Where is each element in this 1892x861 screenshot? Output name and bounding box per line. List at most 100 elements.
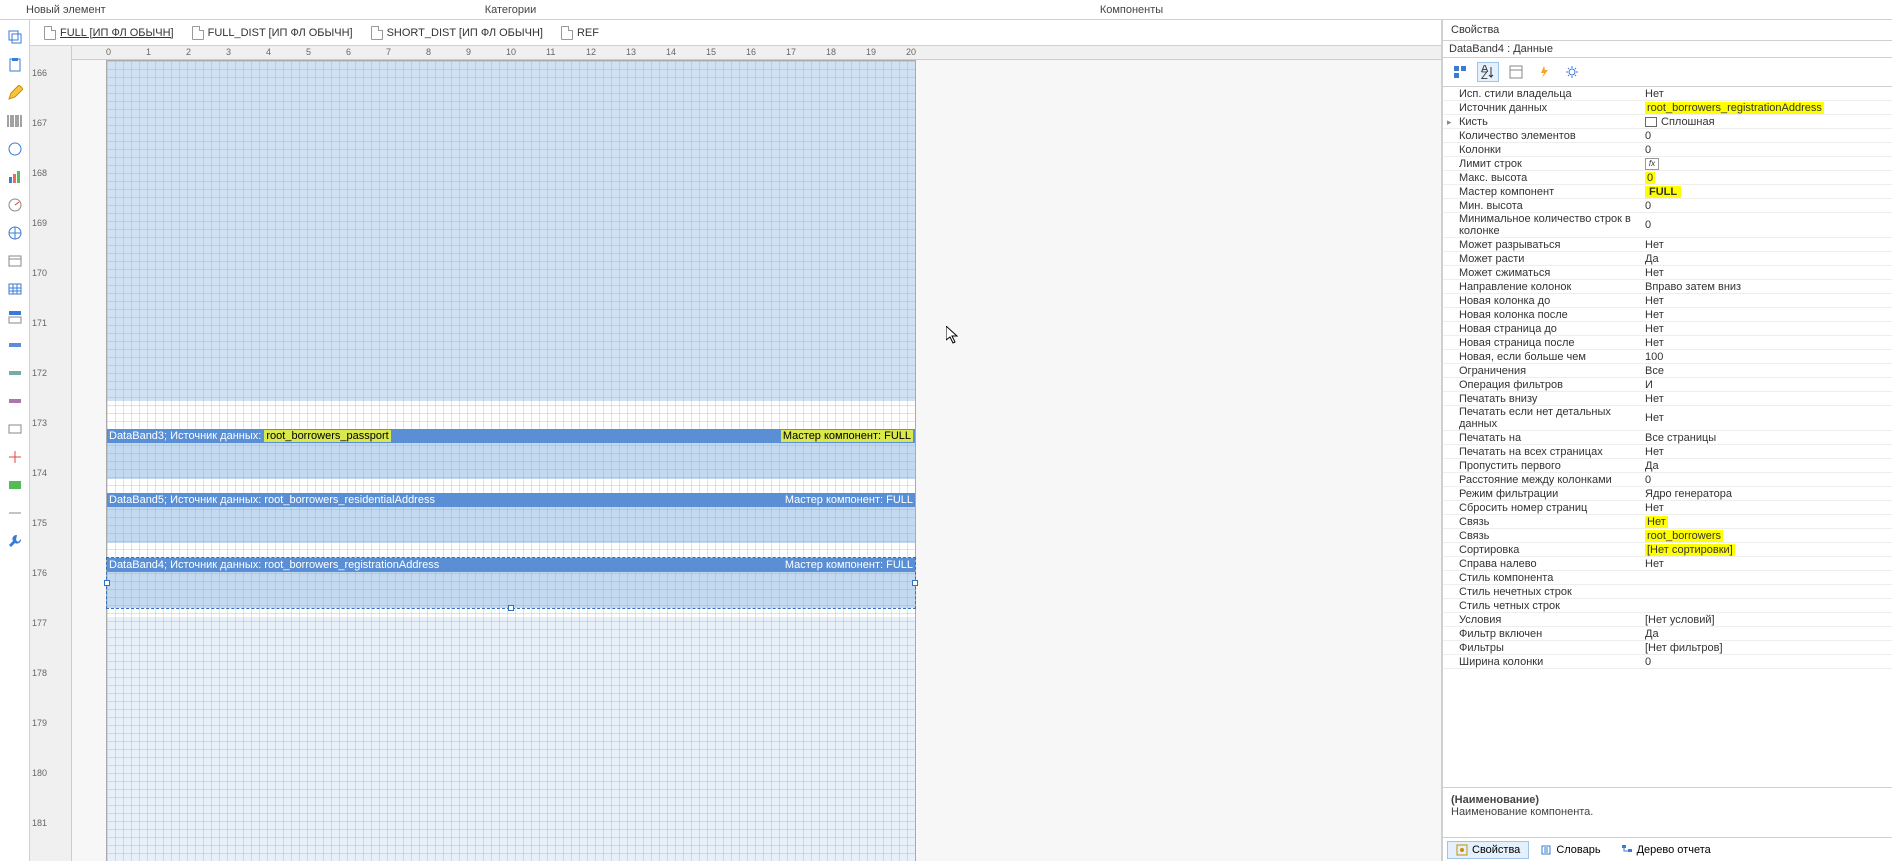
- property-row[interactable]: Печатать если нет детальных данныхНет: [1443, 406, 1892, 431]
- resize-handle[interactable]: [508, 605, 514, 611]
- bottom-tab-report-tree[interactable]: Дерево отчета: [1612, 841, 1720, 859]
- tool-barcode-icon[interactable]: [6, 112, 24, 130]
- property-row[interactable]: Лимит строкfx: [1443, 157, 1892, 171]
- property-row[interactable]: Фильтры[Нет фильтров]: [1443, 641, 1892, 655]
- tool-copy-icon[interactable]: [6, 28, 24, 46]
- resize-handle[interactable]: [104, 580, 110, 586]
- bottom-tab-dictionary[interactable]: Словарь: [1531, 841, 1609, 859]
- property-row[interactable]: КистьСплошная: [1443, 115, 1892, 129]
- property-value[interactable]: [Нет условий]: [1641, 614, 1892, 626]
- tool-shape-icon[interactable]: [6, 140, 24, 158]
- property-value[interactable]: Нет: [1641, 88, 1892, 100]
- property-row[interactable]: ОграниченияВсе: [1443, 364, 1892, 378]
- property-value[interactable]: Все страницы: [1641, 432, 1892, 444]
- property-row[interactable]: Мин. высота0: [1443, 199, 1892, 213]
- property-row[interactable]: Сбросить номер страницНет: [1443, 501, 1892, 515]
- property-value[interactable]: Нет: [1641, 267, 1892, 279]
- tool-band2-icon[interactable]: [6, 364, 24, 382]
- property-value[interactable]: И: [1641, 379, 1892, 391]
- property-value[interactable]: 0: [1641, 130, 1892, 142]
- property-value[interactable]: 0: [1641, 474, 1892, 486]
- tool-table-icon[interactable]: [6, 280, 24, 298]
- canvas[interactable]: 1661671681691701711721731741751761771781…: [30, 46, 1441, 861]
- property-row[interactable]: Источник данныхroot_borrowers_registrati…: [1443, 101, 1892, 115]
- property-value[interactable]: root_borrowers: [1641, 530, 1892, 542]
- tool-line-icon[interactable]: [6, 504, 24, 522]
- tab-ref[interactable]: REF: [555, 24, 605, 42]
- properties-object-selector[interactable]: DataBand4 : Данные: [1443, 41, 1892, 58]
- property-value[interactable]: Нет: [1641, 502, 1892, 514]
- property-value[interactable]: Нет: [1641, 295, 1892, 307]
- property-value[interactable]: Вправо затем вниз: [1641, 281, 1892, 293]
- tool-pencil-icon[interactable]: [6, 84, 24, 102]
- property-row[interactable]: Может сжиматьсяНет: [1443, 266, 1892, 280]
- property-value[interactable]: 0: [1641, 219, 1892, 231]
- tool-header-icon[interactable]: [6, 308, 24, 326]
- property-value[interactable]: 100: [1641, 351, 1892, 363]
- tool-globe-icon[interactable]: [6, 224, 24, 242]
- tab-short-dist[interactable]: SHORT_DIST [ИП ФЛ ОБЫЧН]: [365, 24, 549, 42]
- property-value[interactable]: 0: [1641, 144, 1892, 156]
- property-row[interactable]: Может растиДа: [1443, 252, 1892, 266]
- tool-band1-icon[interactable]: [6, 336, 24, 354]
- tab-full[interactable]: FULL [ИП ФЛ ОБЫЧН]: [38, 24, 180, 42]
- prop-settings-icon[interactable]: [1561, 62, 1583, 82]
- property-row[interactable]: Стиль четных строк: [1443, 599, 1892, 613]
- property-row[interactable]: Новая, если больше чем100: [1443, 350, 1892, 364]
- property-value[interactable]: Ядро генератора: [1641, 488, 1892, 500]
- property-value[interactable]: [Нет фильтров]: [1641, 642, 1892, 654]
- property-value[interactable]: root_borrowers_registrationAddress: [1641, 102, 1892, 114]
- property-grid[interactable]: Исп. стили владельцаНетИсточник данныхro…: [1443, 87, 1892, 787]
- prop-alphabetical-icon[interactable]: AZ: [1477, 62, 1499, 82]
- tool-rect-icon[interactable]: [6, 420, 24, 438]
- property-row[interactable]: Расстояние между колонками0: [1443, 473, 1892, 487]
- property-row[interactable]: Новая страница послеНет: [1443, 336, 1892, 350]
- property-row[interactable]: Новая колонка послеНет: [1443, 308, 1892, 322]
- property-value[interactable]: 0: [1641, 172, 1892, 184]
- property-value[interactable]: Нет: [1641, 516, 1892, 528]
- tool-paste-icon[interactable]: [6, 56, 24, 74]
- property-row[interactable]: Связьroot_borrowers: [1443, 529, 1892, 543]
- tool-cross-icon[interactable]: [6, 448, 24, 466]
- property-value[interactable]: Нет: [1641, 337, 1892, 349]
- property-value[interactable]: 0: [1641, 200, 1892, 212]
- property-row[interactable]: СвязьНет: [1443, 515, 1892, 529]
- property-row[interactable]: Направление колонокВправо затем вниз: [1443, 280, 1892, 294]
- tool-wrench-icon[interactable]: [6, 532, 24, 550]
- property-value[interactable]: Да: [1641, 628, 1892, 640]
- property-value[interactable]: Нет: [1641, 446, 1892, 458]
- property-row[interactable]: Исп. стили владельцаНет: [1443, 87, 1892, 101]
- tool-green-icon[interactable]: [6, 476, 24, 494]
- property-row[interactable]: Макс. высота0: [1443, 171, 1892, 185]
- property-value[interactable]: Нет: [1641, 323, 1892, 335]
- prop-layout-icon[interactable]: [1505, 62, 1527, 82]
- property-row[interactable]: Количество элементов0: [1443, 129, 1892, 143]
- tool-panel-icon[interactable]: [6, 252, 24, 270]
- databand5-header[interactable]: DataBand5; Источник данных: root_borrowe…: [107, 493, 915, 507]
- property-row[interactable]: Печатать внизуНет: [1443, 392, 1892, 406]
- property-row[interactable]: Стиль компонента: [1443, 571, 1892, 585]
- property-value[interactable]: Нет: [1641, 239, 1892, 251]
- property-row[interactable]: Печатать наВсе страницы: [1443, 431, 1892, 445]
- property-row[interactable]: Печатать на всех страницахНет: [1443, 445, 1892, 459]
- databand3-body[interactable]: [107, 443, 915, 479]
- property-row[interactable]: Фильтр включенДа: [1443, 627, 1892, 641]
- tool-band3-icon[interactable]: [6, 392, 24, 410]
- property-value[interactable]: Да: [1641, 460, 1892, 472]
- tool-chart-icon[interactable]: [6, 168, 24, 186]
- property-row[interactable]: Стиль нечетных строк: [1443, 585, 1892, 599]
- property-row[interactable]: Новая страница доНет: [1443, 322, 1892, 336]
- fx-icon[interactable]: fx: [1645, 158, 1659, 170]
- bottom-tab-properties[interactable]: Свойства: [1447, 841, 1529, 859]
- property-row[interactable]: Ширина колонки0: [1443, 655, 1892, 669]
- property-value[interactable]: fx: [1641, 158, 1892, 170]
- property-value[interactable]: Нет: [1641, 393, 1892, 405]
- databand5-body[interactable]: [107, 507, 915, 543]
- property-value[interactable]: [Нет сортировки]: [1641, 544, 1892, 556]
- property-row[interactable]: Справа налевоНет: [1443, 557, 1892, 571]
- resize-handle[interactable]: [912, 580, 918, 586]
- property-value[interactable]: Сплошная: [1641, 116, 1892, 128]
- tab-full-dist[interactable]: FULL_DIST [ИП ФЛ ОБЫЧН]: [186, 24, 359, 42]
- property-value[interactable]: FULL: [1641, 186, 1892, 198]
- property-value[interactable]: Нет: [1641, 309, 1892, 321]
